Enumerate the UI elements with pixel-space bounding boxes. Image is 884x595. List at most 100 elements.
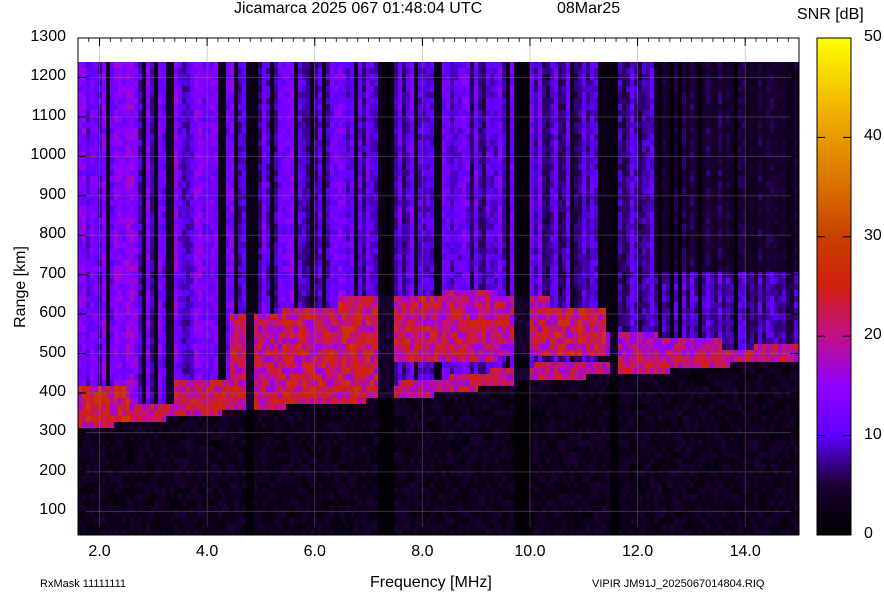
heatmap-cell	[326, 194, 331, 201]
heatmap-cell	[146, 80, 151, 87]
heatmap-cell	[78, 308, 83, 315]
heatmap-cell	[82, 266, 87, 273]
heatmap-cell	[94, 446, 99, 453]
heatmap-cell	[226, 434, 231, 441]
heatmap-cell	[230, 320, 235, 327]
heatmap-cell	[194, 362, 199, 369]
heatmap-cell	[154, 338, 159, 345]
heatmap-cell	[266, 362, 271, 369]
heatmap-cell	[158, 422, 163, 429]
heatmap-cell	[86, 530, 91, 535]
heatmap-cell	[298, 476, 303, 483]
heatmap-cell	[158, 110, 163, 117]
heatmap-cell	[130, 110, 135, 117]
heatmap-cell	[266, 260, 271, 267]
heatmap-cell	[154, 80, 159, 87]
heatmap-cell	[242, 164, 247, 171]
heatmap-cell	[158, 344, 163, 351]
heatmap-cell	[146, 290, 151, 297]
heatmap-cell	[90, 62, 95, 69]
heatmap-cell	[162, 380, 167, 387]
heatmap-cell	[158, 146, 163, 153]
heatmap-cell	[246, 380, 251, 387]
heatmap-cell	[118, 476, 123, 483]
heatmap-cell	[182, 428, 187, 435]
heatmap-cell	[270, 122, 275, 129]
heatmap-cell	[298, 104, 303, 111]
heatmap-cell	[306, 320, 311, 327]
heatmap-cell	[130, 518, 135, 525]
heatmap-cell	[310, 320, 315, 327]
heatmap-cell	[142, 260, 147, 267]
heatmap-cell	[138, 278, 143, 285]
heatmap-cell	[194, 446, 199, 453]
heatmap-cell	[190, 320, 195, 327]
heatmap-cell	[146, 416, 151, 423]
heatmap-cell	[126, 518, 131, 525]
heatmap-cell	[78, 128, 83, 135]
heatmap-cell	[134, 356, 139, 363]
heatmap-cell	[286, 176, 291, 183]
heatmap-cell	[78, 218, 83, 225]
heatmap-cell	[214, 110, 219, 117]
heatmap-cell	[178, 260, 183, 267]
heatmap-cell	[262, 260, 267, 267]
heatmap-cell	[114, 284, 119, 291]
heatmap-cell	[290, 236, 295, 243]
heatmap-cell	[202, 380, 207, 387]
heatmap-cell	[114, 338, 119, 345]
heatmap-cell	[234, 446, 239, 453]
heatmap-cell	[106, 416, 111, 423]
heatmap-cell	[138, 458, 143, 465]
heatmap-cell	[286, 326, 291, 333]
heatmap-cell	[186, 380, 191, 387]
heatmap-cell	[134, 182, 139, 189]
heatmap-cell	[110, 530, 115, 535]
heatmap-cell	[298, 308, 303, 315]
heatmap-cell	[166, 278, 171, 285]
heatmap-cell	[210, 422, 215, 429]
heatmap-cell	[158, 260, 163, 267]
heatmap-cell	[206, 200, 211, 207]
heatmap-cell	[82, 110, 87, 117]
heatmap-cell	[258, 314, 263, 321]
heatmap-cell	[210, 458, 215, 465]
heatmap-cell	[286, 458, 291, 465]
heatmap-cell	[206, 194, 211, 201]
heatmap-cell	[90, 524, 95, 531]
heatmap-cell	[222, 200, 227, 207]
heatmap-cell	[82, 182, 87, 189]
heatmap-cell	[214, 248, 219, 255]
heatmap-cell	[182, 188, 187, 195]
heatmap-cell	[78, 386, 83, 393]
heatmap-cell	[310, 386, 315, 393]
heatmap-cell	[178, 314, 183, 321]
heatmap-cell	[134, 476, 139, 483]
heatmap-cell	[310, 242, 315, 249]
heatmap-cell	[274, 320, 279, 327]
heatmap-cell	[262, 176, 267, 183]
heatmap-cell	[94, 470, 99, 477]
heatmap-cell	[246, 386, 251, 393]
heatmap-cell	[130, 416, 135, 423]
heatmap-cell	[266, 320, 271, 327]
heatmap-cell	[162, 128, 167, 135]
heatmap-cell	[254, 404, 259, 411]
heatmap-cell	[226, 530, 231, 535]
heatmap-cell	[114, 512, 119, 519]
heatmap-cell	[90, 188, 95, 195]
heatmap-cell	[306, 92, 311, 99]
heatmap-cell	[306, 338, 311, 345]
heatmap-cell	[282, 200, 287, 207]
heatmap-cell	[198, 374, 203, 381]
heatmap-cell	[106, 242, 111, 249]
heatmap-cell	[158, 236, 163, 243]
heatmap-cell	[150, 296, 155, 303]
heatmap-cell	[122, 362, 127, 369]
heatmap-cell	[246, 524, 251, 531]
heatmap-cell	[170, 134, 175, 141]
heatmap-cell	[78, 158, 83, 165]
heatmap-cell	[246, 86, 251, 93]
heatmap-cell	[282, 476, 287, 483]
heatmap-cell	[278, 284, 283, 291]
